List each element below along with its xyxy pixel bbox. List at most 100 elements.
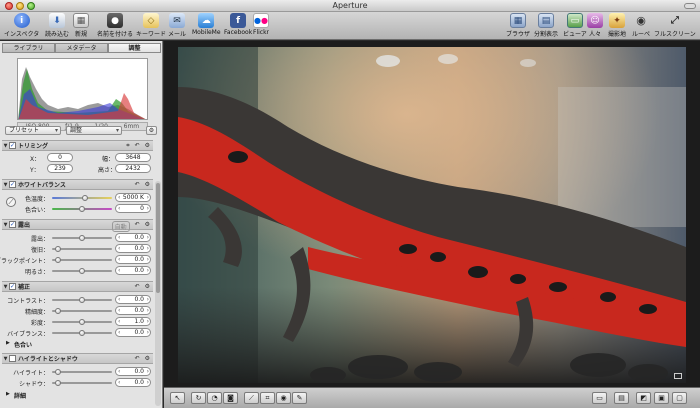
disclosure-down-icon[interactable]: ▼	[2, 356, 9, 362]
preset-dropdown[interactable]: プリセット	[5, 126, 61, 135]
white-balance-section-header[interactable]: ▼ ✓ ホワイトバランス ↶ ⚙	[2, 179, 153, 190]
definition-slider[interactable]	[52, 308, 112, 314]
stamp-tool-icon[interactable]: ◔	[207, 392, 222, 404]
black-point-value[interactable]: 0.0	[115, 255, 151, 264]
tab-library[interactable]: ライブラリ	[2, 43, 55, 53]
full-view-icon[interactable]: ▢	[672, 392, 687, 404]
rotate-tool-icon[interactable]: ↻	[191, 392, 206, 404]
saturation-slider[interactable]	[52, 319, 112, 325]
gear-icon[interactable]: ⚙	[146, 126, 157, 135]
black-point-slider[interactable]	[52, 257, 112, 263]
mail-button[interactable]: ✉ メール	[168, 13, 186, 38]
brightness-slider[interactable]	[52, 268, 112, 274]
enhance-section-header[interactable]: ▼ ✓ 補正 ↶ ⚙	[2, 281, 153, 292]
loupe-button[interactable]: ◉ ルーペ	[632, 13, 650, 38]
temp-slider[interactable]	[52, 195, 112, 201]
metadata-overlay-icon[interactable]: ◩	[636, 392, 651, 404]
crop-checkbox[interactable]: ✓	[9, 142, 16, 149]
white-balance-checkbox[interactable]: ✓	[9, 181, 16, 188]
tint-knob[interactable]	[79, 206, 85, 212]
toolbar-toggle-button[interactable]	[684, 3, 696, 9]
tab-adjustments[interactable]: 調整	[108, 43, 161, 53]
shadows-value[interactable]: 0.0	[115, 378, 151, 387]
flickr-button[interactable]: ● ● Flickr	[253, 13, 269, 36]
crop-x-field[interactable]: 0	[47, 153, 73, 162]
highlights-shadows-checkbox[interactable]	[9, 355, 16, 362]
facebook-button[interactable]: f Facebook	[224, 13, 252, 36]
disclosure-right-icon[interactable]: ▶	[6, 340, 10, 346]
recovery-value[interactable]: 0.0	[115, 244, 151, 253]
exposure-value[interactable]: 0.0	[115, 233, 151, 242]
redeye-tool-icon[interactable]: ◉	[276, 392, 291, 404]
highlights-value[interactable]: 0.0	[115, 367, 151, 376]
exposure-section-header[interactable]: ▼ ✓ 露出 自動 ↶ ⚙	[2, 219, 153, 232]
split-view-button[interactable]: ▤ 分割表示	[534, 13, 558, 38]
inspector-button[interactable]: i インスペクタ	[4, 13, 39, 38]
shadows-slider[interactable]	[52, 380, 112, 386]
highlights-knob[interactable]	[54, 369, 61, 375]
fullscreen-button[interactable]: ⤢ フルスクリーン	[654, 13, 696, 38]
inspector-scroll-thumb[interactable]	[156, 183, 160, 293]
reset-icon[interactable]: ↶	[135, 142, 140, 150]
reset-icon[interactable]: ↶	[135, 283, 140, 290]
brightness-value[interactable]: 0.0	[115, 266, 151, 275]
exposure-slider[interactable]	[52, 235, 112, 241]
exposure-knob[interactable]	[79, 235, 85, 241]
new-button[interactable]: ▦ 新規	[73, 13, 89, 38]
lift-tool-icon[interactable]: ◙	[223, 392, 238, 404]
gear-icon[interactable]: ⚙	[145, 355, 150, 362]
filmstrip-icon[interactable]: ▤	[614, 392, 629, 404]
disclosure-down-icon[interactable]: ▼	[2, 182, 9, 188]
contrast-slider[interactable]	[52, 297, 112, 303]
crop-tool-icon[interactable]: ⌗	[260, 392, 275, 404]
name-button[interactable]: ● 名前を付ける	[97, 13, 133, 38]
disclosure-down-icon[interactable]: ▼	[2, 222, 9, 228]
definition-value[interactable]: 0.0	[115, 306, 151, 315]
import-button[interactable]: ⬇ 読み込む	[45, 13, 69, 38]
gear-icon[interactable]: ⚙	[145, 181, 150, 188]
black-point-knob[interactable]	[54, 257, 61, 263]
gear-icon[interactable]: ⚙	[145, 221, 150, 232]
vibrancy-knob[interactable]	[79, 330, 85, 336]
contrast-value[interactable]: 0.0	[115, 295, 151, 304]
browser-button[interactable]: ▦ ブラウザ	[506, 13, 530, 38]
crop-tool-icon[interactable]: ⌗	[126, 142, 129, 150]
enhance-tint-row[interactable]: ▶ 色合い	[2, 339, 153, 349]
crop-y-field[interactable]: 239	[47, 164, 73, 173]
selection-tool-icon[interactable]: ↖	[170, 392, 185, 404]
highlights-shadows-section-header[interactable]: ▼ ハイライトとシャドウ ↶ ⚙	[2, 353, 153, 364]
contrast-knob[interactable]	[79, 297, 85, 303]
recovery-slider[interactable]	[52, 246, 112, 252]
adjust-dropdown[interactable]: 調整	[66, 126, 122, 135]
temp-value[interactable]: 5000 K	[115, 193, 151, 202]
crop-section-header[interactable]: ▼ ✓ トリミング ⌗ ↶ ⚙	[2, 140, 153, 151]
tint-value[interactable]: 0	[115, 204, 151, 213]
places-button[interactable]: ✦ 撮影地	[608, 13, 626, 38]
viewer-mode-icon[interactable]: ▭	[592, 392, 607, 404]
disclosure-right-icon[interactable]: ▶	[6, 391, 10, 397]
exposure-auto-button[interactable]: 自動	[111, 221, 130, 232]
exposure-checkbox[interactable]: ✓	[9, 221, 16, 228]
gear-icon[interactable]: ⚙	[145, 283, 150, 290]
tab-metadata[interactable]: メタデータ	[55, 43, 108, 53]
disclosure-down-icon[interactable]: ▼	[2, 143, 9, 149]
keyword-button[interactable]: ◇ キーワード	[136, 13, 166, 38]
viewer-button[interactable]: ▭ ビューア	[563, 13, 587, 38]
straighten-tool-icon[interactable]: ⟋	[244, 392, 259, 404]
highlights-slider[interactable]	[52, 369, 112, 375]
definition-knob[interactable]	[54, 308, 61, 314]
temp-knob[interactable]	[81, 195, 88, 201]
disclosure-down-icon[interactable]: ▼	[2, 284, 9, 290]
vibrancy-slider[interactable]	[52, 330, 112, 336]
recovery-knob[interactable]	[54, 246, 61, 252]
reset-icon[interactable]: ↶	[135, 181, 140, 188]
brush-tool-icon[interactable]: ✎	[292, 392, 307, 404]
faces-button[interactable]: ☺ 人々	[587, 13, 603, 38]
mobileme-button[interactable]: ☁ MobileMe	[192, 13, 221, 36]
brightness-knob[interactable]	[79, 268, 85, 274]
enhance-checkbox[interactable]: ✓	[9, 283, 16, 290]
photo-newt[interactable]	[178, 47, 686, 383]
shadows-knob[interactable]	[54, 380, 61, 386]
saturation-knob[interactable]	[79, 319, 85, 325]
dual-view-icon[interactable]: ▣	[654, 392, 669, 404]
